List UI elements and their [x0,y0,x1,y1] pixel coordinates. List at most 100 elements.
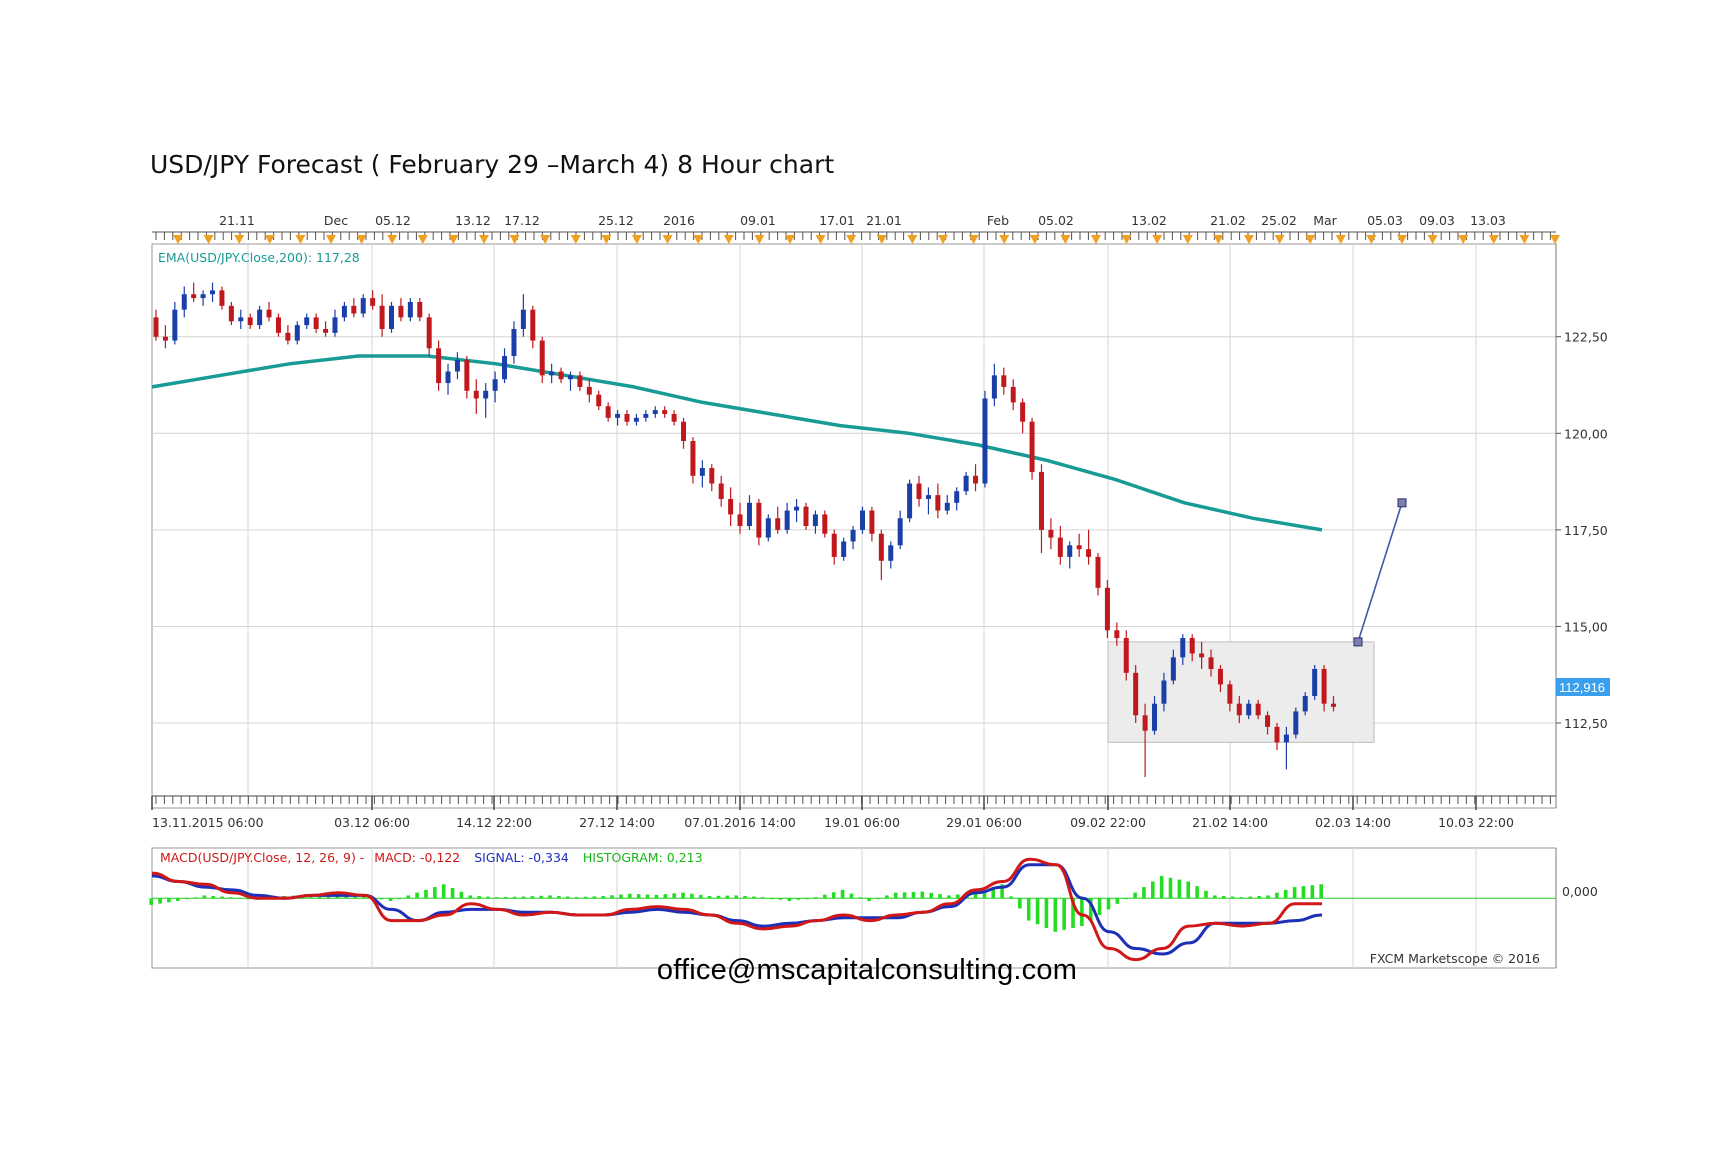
candle-body [426,317,432,349]
candle-body [699,468,705,476]
histogram-bar [743,896,747,899]
candle-body [615,413,621,418]
histogram-bar [379,898,384,900]
candle-body [191,294,197,299]
top-axis-label: 21.02 [1210,213,1246,228]
top-ruler-marker [1488,235,1499,244]
candle-body [398,305,404,318]
candle-body [954,491,960,503]
histogram-bar [1239,897,1244,899]
candle-body [718,483,724,499]
top-ruler-marker [815,235,826,244]
histogram-bar [1301,886,1306,899]
histogram-bar [1026,898,1031,921]
candle-body [963,475,969,492]
histogram-bar [1133,892,1137,899]
candle-body [586,386,592,395]
candle-body [1038,471,1044,530]
histogram-bar [752,896,756,899]
histogram-bar [1275,892,1279,899]
top-axis-label: 05.03 [1367,213,1403,228]
candle-body [417,301,423,318]
top-axis-label: 09.03 [1419,213,1455,228]
histogram-bar [149,898,153,905]
histogram-bar [557,896,561,899]
top-axis-label: 13.12 [455,213,491,228]
histogram-bar [441,884,446,899]
histogram-bar [530,896,535,899]
top-time-ruler: 21.11 Dec 05.12 13.12 17.12 25.12 2016 09.01 17.… [152,213,1560,244]
candle-body [605,406,611,418]
candle-body [765,518,771,538]
contact-email: office@mscapitalconsulting.com [0,954,1734,987]
top-ruler-marker [479,235,489,244]
histogram-bar [1186,881,1191,899]
histogram-bar [1097,898,1102,915]
candle-body [935,495,941,511]
histogram-bar [450,888,455,899]
histogram-bar [840,889,845,899]
price-axis-labels: 112,50 115,00 117,50 120,00 122,50 [1556,330,1608,731]
histogram-bar [565,896,570,899]
histogram-bar [1266,895,1270,899]
candle-body [247,317,253,326]
top-axis-label: 21.11 [219,213,255,228]
candle-body [172,309,178,341]
histogram-bar [592,896,597,899]
candle-body [681,421,687,442]
histogram-bar [1018,898,1022,909]
top-axis-label: 25.02 [1261,213,1297,228]
candle-body [567,375,573,380]
candle-body [897,518,903,546]
histogram-bar [769,898,774,900]
histogram-bar [1204,890,1208,899]
price-axis-label: 120,00 [1564,426,1608,441]
top-ruler-marker [295,235,306,244]
top-ruler-marker [999,235,1010,244]
bottom-axis-label: 21.02 14:00 [1192,815,1268,830]
candle-body [1076,545,1082,550]
bottom-axis-label: 07.01.2016 14:00 [684,815,796,830]
candle-body [1104,587,1110,631]
histogram-bar [1053,898,1058,932]
macd-legend-macd: MACD: -0,122 [374,850,460,865]
top-ruler-marker [1182,235,1193,244]
candle-body [633,417,639,422]
candle-body [313,317,319,329]
candle-body [323,328,329,333]
histogram-bar [716,895,721,899]
histogram-bar [415,892,419,899]
histogram-bar [406,895,411,899]
candle-body [219,290,225,306]
top-ruler-marker [326,235,336,244]
top-ruler-marker [540,235,551,244]
top-ruler-marker [1427,235,1438,244]
candle-body [878,533,884,561]
top-ruler-marker [846,235,857,244]
candle-body [841,541,847,557]
candle-body [1180,638,1186,658]
candle-body [624,413,630,422]
candle-body [709,468,715,484]
top-ruler-marker [1397,235,1407,244]
top-axis-label: 25.12 [598,213,634,228]
histogram-bar [548,895,552,899]
top-axis-label: 2016 [663,213,695,228]
candle-body [473,390,479,399]
candle-body [1001,375,1007,387]
bottom-axis-label: 13.11.2015 06:00 [152,815,264,830]
candle-body [888,545,894,561]
top-ruler-marker [417,235,428,244]
histogram-bar [849,893,854,899]
histogram-bar [229,897,233,899]
histogram-bar [902,892,907,899]
candle-body [1142,715,1148,731]
histogram-bar [158,898,162,904]
candle-body [1086,549,1092,557]
candle-body [370,298,376,306]
histogram-bar [707,896,712,899]
candle-body [436,348,442,384]
candle-body [925,495,931,499]
histogram-bar [628,893,632,899]
top-axis-label: 17.01 [819,213,855,228]
